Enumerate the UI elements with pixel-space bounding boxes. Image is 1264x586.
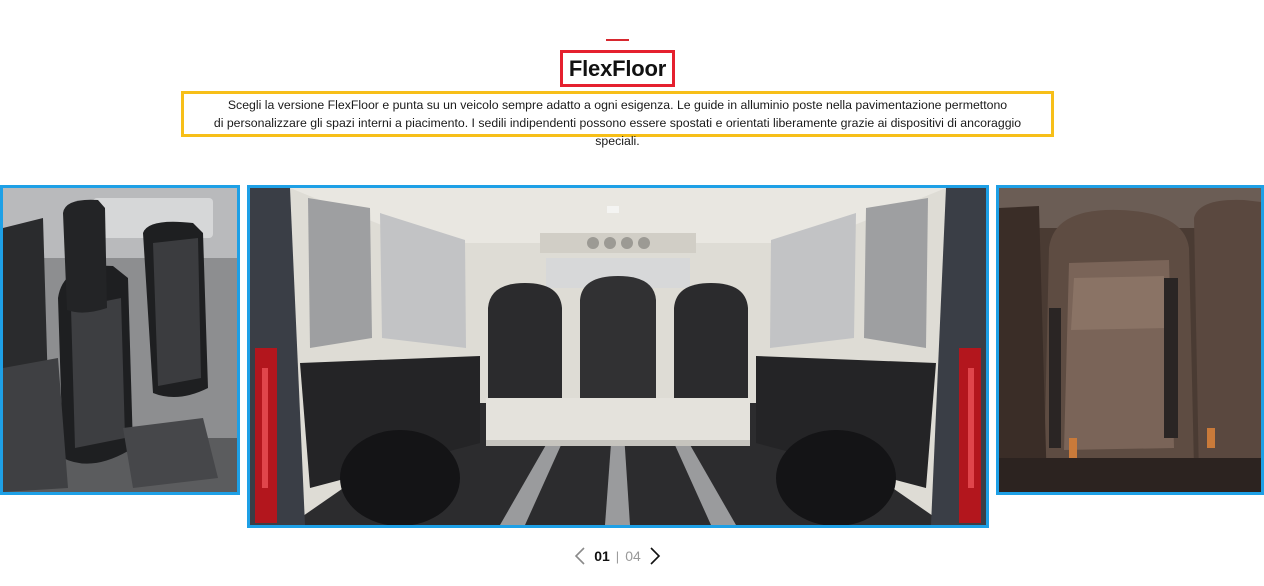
van-interior-image	[250, 188, 986, 525]
title-accent-line	[606, 39, 629, 41]
section-title-box: FlexFloor	[560, 50, 675, 87]
carousel-total-count: 04	[625, 548, 641, 564]
carousel-pager: 01 | 04	[570, 544, 665, 568]
chevron-left-icon[interactable]	[572, 546, 588, 566]
carousel-slide-active[interactable]	[247, 185, 989, 528]
carousel-slide-previous[interactable]	[0, 185, 240, 495]
carousel-current-index: 01	[594, 548, 610, 564]
carousel-slide-next[interactable]	[996, 185, 1264, 495]
description-line-2: di personalizzare gli spazi interni a pi…	[213, 116, 1022, 148]
carousel-separator: |	[615, 548, 620, 564]
section-description: Scegli la versione FlexFloor e punta su …	[181, 91, 1054, 148]
fabric-seats-image	[999, 188, 1261, 492]
chevron-right-icon[interactable]	[647, 546, 663, 566]
seats-image	[3, 188, 237, 492]
flexfloor-section: FlexFloor Scegli la versione FlexFloor e…	[0, 0, 1264, 586]
description-line-1: Scegli la versione FlexFloor e punta su …	[227, 98, 1008, 112]
section-title: FlexFloor	[568, 55, 667, 81]
